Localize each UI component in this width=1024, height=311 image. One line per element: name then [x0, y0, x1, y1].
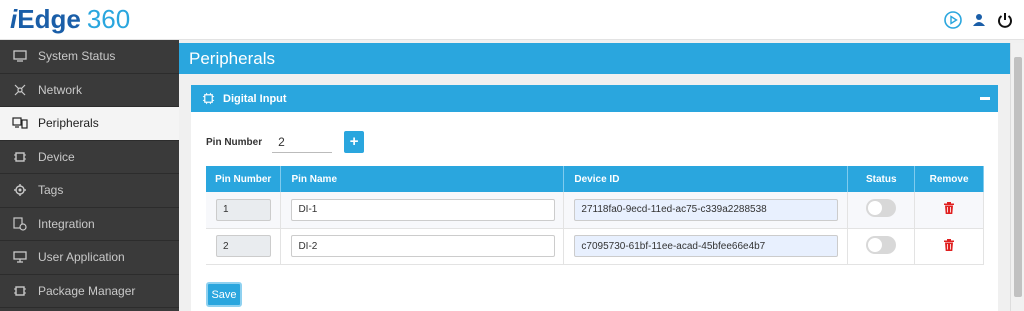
sidebar-item-device[interactable]: Device: [0, 141, 179, 174]
save-button[interactable]: Save: [206, 282, 242, 307]
device-id-field[interactable]: [574, 235, 839, 257]
sidebar-item-peripherals[interactable]: Peripherals: [0, 107, 179, 141]
chip-icon: [12, 150, 28, 164]
sidebar-item-user-application[interactable]: User Application: [0, 241, 179, 275]
app-logo: iEdge 360: [10, 4, 131, 34]
column-header-remove: Remove: [914, 166, 984, 192]
page-title: Peripherals: [179, 43, 1010, 74]
user-icon[interactable]: [970, 11, 988, 29]
column-header-device-id: Device ID: [563, 166, 849, 192]
sidebar-item-label: Integration: [38, 216, 95, 231]
trash-icon[interactable]: [944, 238, 955, 251]
pin-number-label: Pin Number: [206, 136, 263, 148]
device-id-field[interactable]: [574, 198, 839, 221]
table-row: [206, 228, 984, 265]
collapse-icon[interactable]: [980, 97, 990, 100]
top-bar: iEdge 360: [0, 0, 1024, 40]
sidebar-item-label: Package Manager: [38, 283, 136, 298]
sidebar-item-label: Network: [38, 82, 83, 97]
trash-icon[interactable]: [944, 202, 955, 215]
add-pin-button[interactable]: +: [344, 131, 365, 153]
pins-table: Pin Number Pin Name Device ID Status Rem…: [206, 166, 984, 265]
play-circle-icon[interactable]: [944, 11, 962, 29]
panel-header[interactable]: Digital Input: [191, 85, 998, 112]
vertical-scrollbar[interactable]: [1010, 43, 1024, 311]
column-header-status: Status: [847, 166, 916, 192]
network-icon: [12, 83, 28, 97]
panel-title: Digital Input: [223, 92, 287, 105]
sidebar-item-integration[interactable]: Integration: [0, 208, 179, 241]
table-row: [206, 192, 984, 229]
package-icon: [12, 284, 28, 298]
sidebar-item-label: System Status: [38, 49, 116, 64]
integration-icon: [12, 217, 28, 231]
status-toggle[interactable]: [866, 235, 897, 254]
main-content: Peripherals Digital Input Pin Number + P…: [179, 40, 1024, 311]
pin-number-field: [216, 198, 271, 221]
sidebar-item-label: User Application: [38, 250, 125, 265]
sidebar-item-system-status[interactable]: System Status: [0, 40, 179, 74]
sidebar-item-label: Peripherals: [38, 116, 99, 131]
pin-name-field[interactable]: [291, 198, 556, 221]
sidebar-item-package-manager[interactable]: Package Manager: [0, 275, 179, 308]
status-toggle[interactable]: [866, 199, 897, 218]
desktop-icon: [12, 250, 28, 264]
digital-input-icon: [202, 92, 215, 105]
sidebar: System Status Network Peripherals Device…: [0, 40, 179, 311]
tag-gear-icon: [12, 183, 28, 197]
pin-number-input[interactable]: [272, 131, 333, 153]
sidebar-item-tags[interactable]: Tags: [0, 174, 179, 208]
column-header-pin-number: Pin Number: [206, 166, 282, 192]
digital-input-panel: Digital Input Pin Number + Pin Number Pi…: [191, 85, 998, 311]
pin-number-field: [216, 235, 271, 257]
column-header-pin-name: Pin Name: [280, 166, 565, 192]
monitor-icon: [12, 49, 28, 63]
sidebar-item-label: Tags: [38, 183, 64, 198]
pin-name-field[interactable]: [291, 235, 556, 257]
sidebar-item-label: Device: [38, 149, 75, 164]
sidebar-item-network[interactable]: Network: [0, 74, 179, 107]
power-icon[interactable]: [996, 11, 1014, 29]
peripherals-icon: [12, 116, 28, 130]
